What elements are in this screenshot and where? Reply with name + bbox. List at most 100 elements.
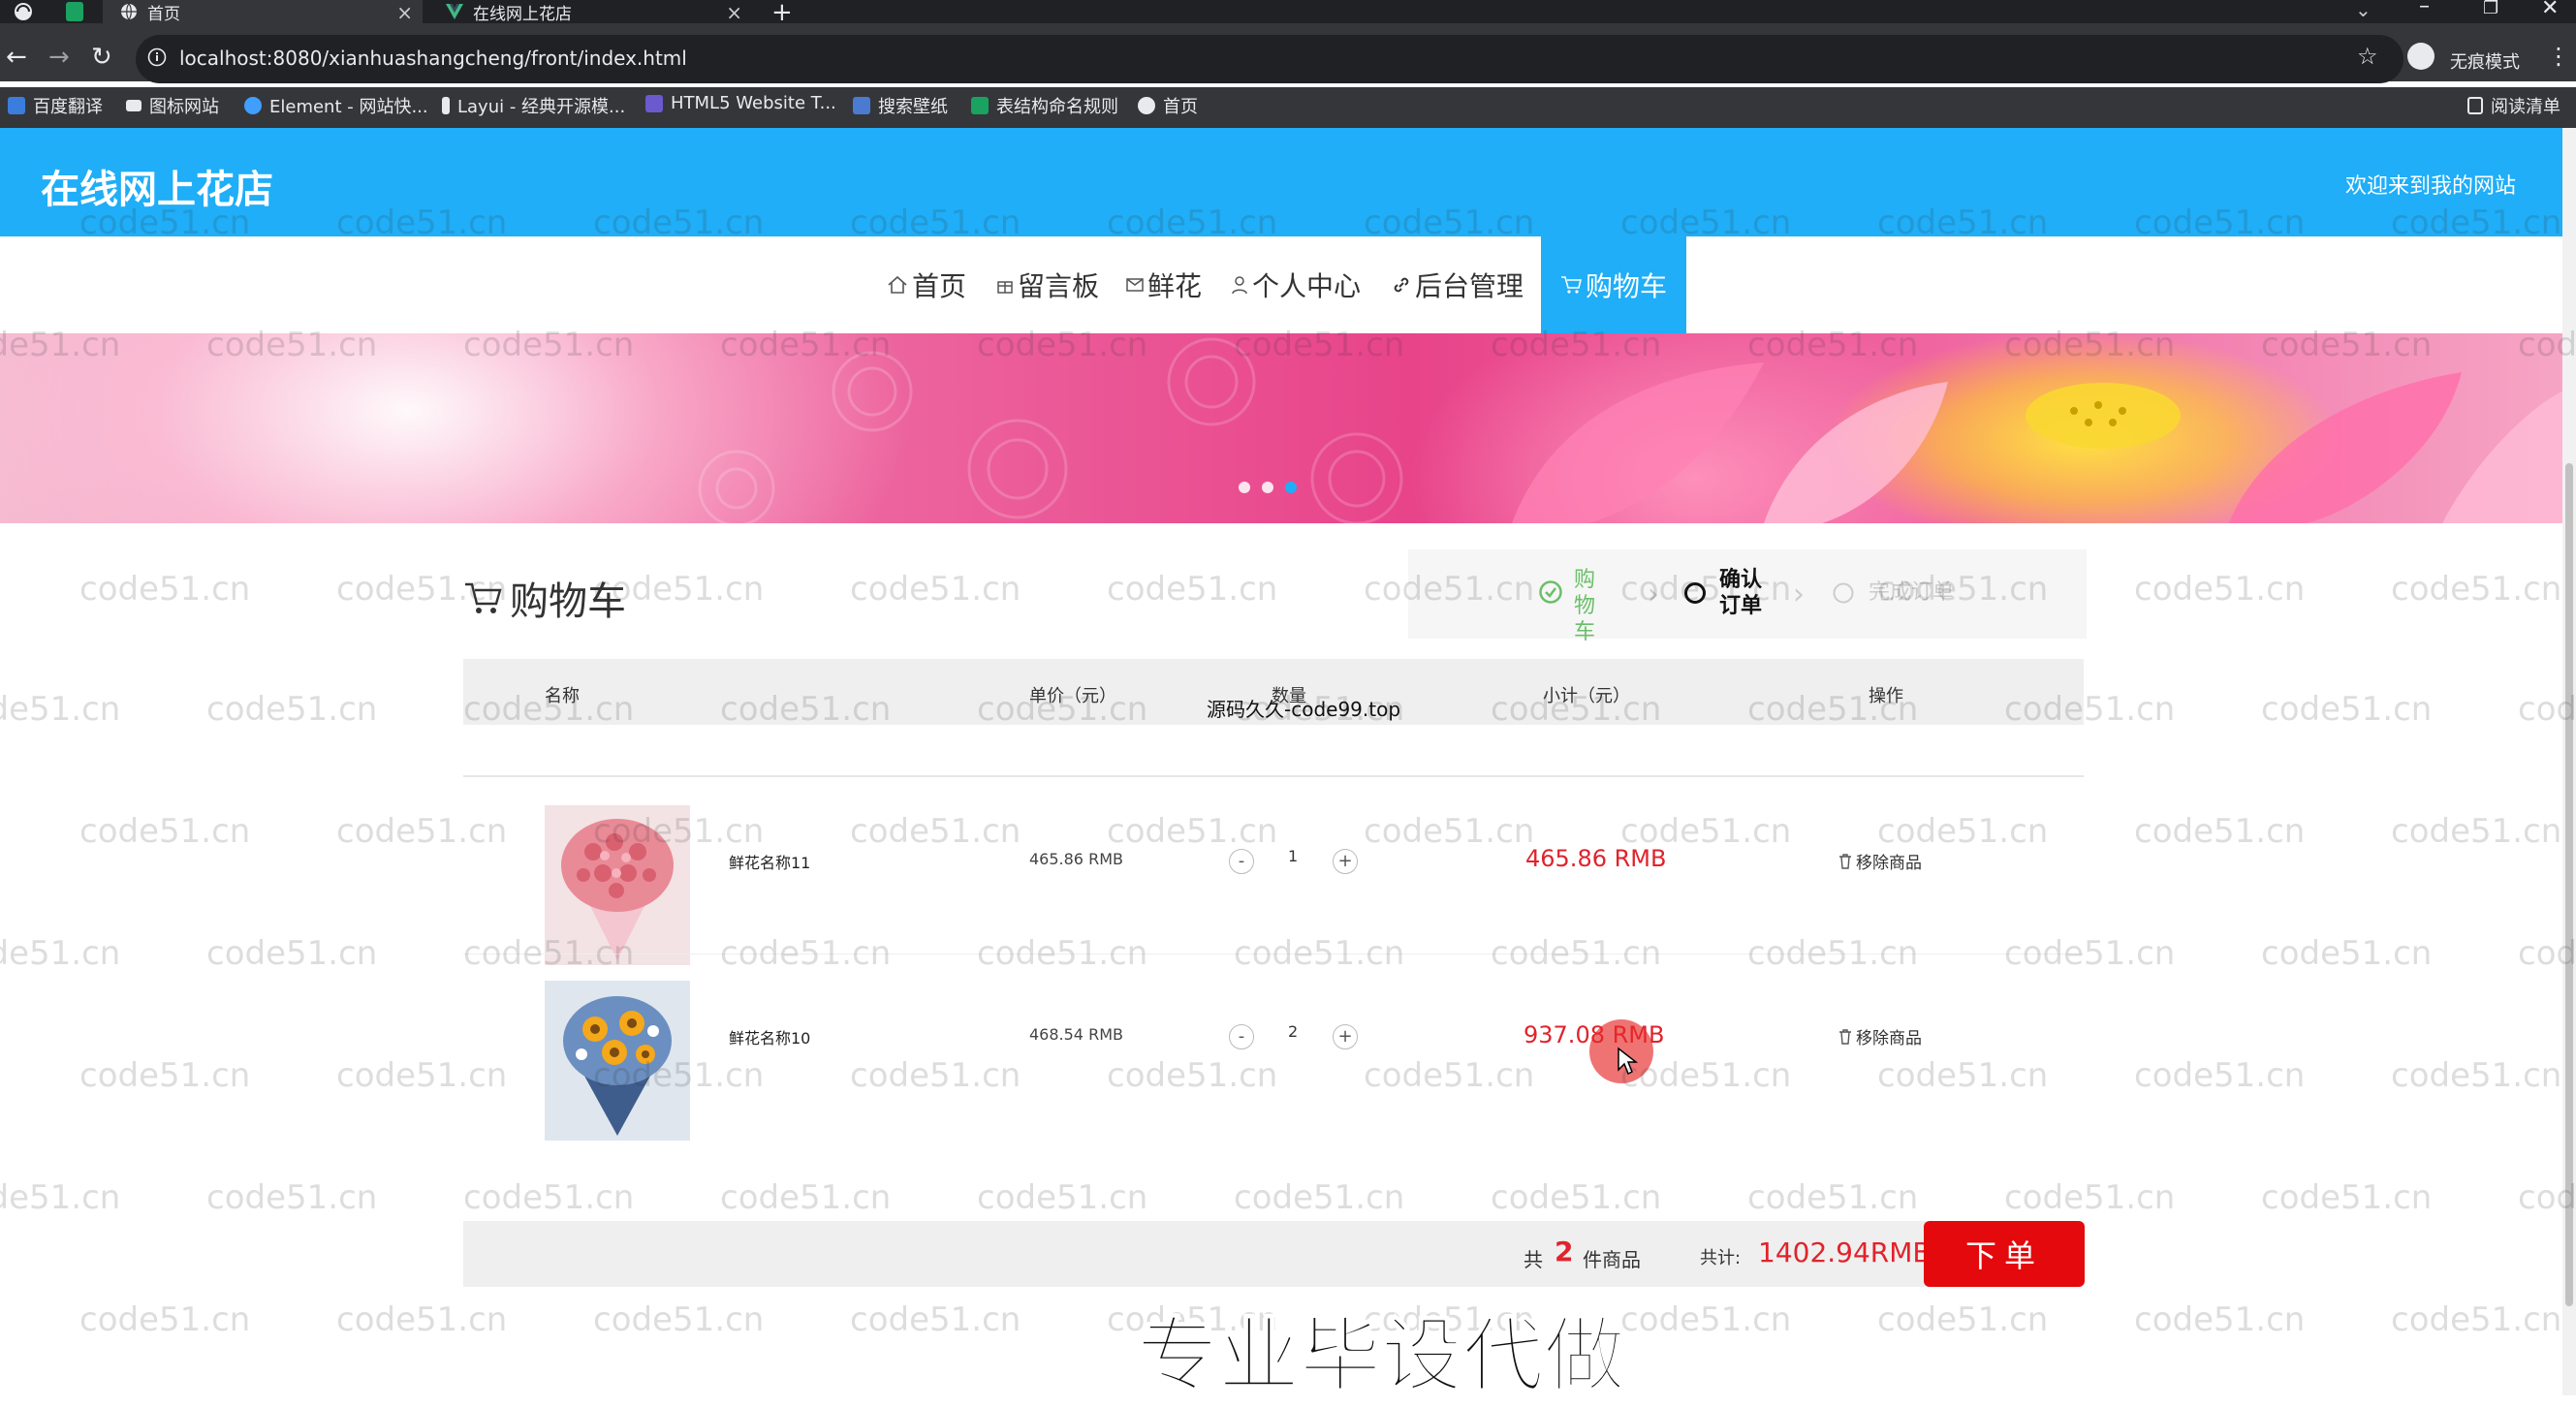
watermark-text: code51.cn (1491, 1178, 1662, 1217)
minimize-icon[interactable]: – (2419, 0, 2430, 18)
browser-menu-icon[interactable] (14, 2, 33, 21)
qty-plus-button[interactable]: + (1333, 1024, 1358, 1049)
watermark-text: code51.cn (1107, 812, 1278, 851)
vue-logo-icon (446, 4, 463, 19)
incognito-label[interactable]: 无痕模式 (2450, 48, 2520, 74)
url-text[interactable]: localhost:8080/xianhuashangcheng/front/i… (179, 47, 687, 70)
header-subtotal: 小计（元） (1543, 686, 1630, 706)
watermark-text: code51.cn (1364, 812, 1535, 851)
carousel-dot[interactable] (1262, 482, 1273, 493)
watermark-text: code51.cn (1620, 1300, 1792, 1339)
bookmark-item[interactable]: Layui - 经典开源模... (442, 93, 625, 118)
step-cart-label: 购物车 (1574, 568, 1596, 644)
back-icon[interactable]: ← (6, 43, 27, 72)
watermark-text: code51.cn (1364, 1056, 1535, 1095)
qty-value[interactable]: 1 (1288, 847, 1298, 865)
welcome-text: 欢迎来到我的网站 (2345, 174, 2517, 199)
product-name[interactable]: 鲜花名称10 (729, 1025, 810, 1048)
watermark-text: code51.cn (2134, 1056, 2306, 1095)
qty-value[interactable]: 2 (1288, 1022, 1298, 1041)
banner-carousel[interactable] (0, 333, 2562, 523)
product-subtotal: 465.86 RMB (1525, 845, 1667, 872)
nav-home[interactable]: 首页 (887, 236, 966, 333)
place-order-button[interactable]: 下单 (1924, 1221, 2085, 1287)
bookmark-item[interactable]: 图标网站 (126, 93, 219, 118)
product-name[interactable]: 鲜花名称11 (729, 850, 810, 873)
watermark-text: code51.cn (2261, 690, 2433, 729)
nav-personal-center[interactable]: 个人中心 (1231, 236, 1361, 333)
item-count: 2 (1555, 1236, 1574, 1267)
total-label: 共计: (1700, 1248, 1742, 1268)
nav-admin[interactable]: 后台管理 (1392, 236, 1524, 333)
watermark-text: code51.cn (1234, 1178, 1405, 1217)
bookmark-star-icon[interactable]: ☆ (2357, 43, 2378, 70)
remove-item-button[interactable]: 移除商品 (1838, 849, 1922, 873)
nav-flowers[interactable]: 鲜花 (1126, 236, 1202, 333)
carousel-dot-active[interactable] (1285, 482, 1297, 493)
watermark-text: code51.cn (2261, 1178, 2433, 1217)
watermark-text: code51.cn (336, 812, 508, 851)
watermark-text: code51.cn (2134, 570, 2306, 609)
restore-icon[interactable]: ❐ (2483, 0, 2498, 18)
tab-flower-shop[interactable]: 在线网上花店 × (432, 0, 752, 24)
link-icon (1392, 275, 1411, 295)
watermark-text: code51.cn (206, 934, 378, 973)
incognito-icon[interactable] (2407, 43, 2435, 70)
remove-item-button[interactable]: 移除商品 (1838, 1024, 1922, 1048)
carousel-dot[interactable] (1239, 482, 1250, 493)
step-arrow-icon: › (1648, 578, 1659, 611)
qty-minus-button[interactable]: - (1229, 1024, 1254, 1049)
watermark-text: code51.cn (1107, 1056, 1278, 1095)
site-title[interactable]: 在线网上花店 (41, 158, 273, 214)
tab-home[interactable]: 首页 × (103, 0, 423, 24)
header-price: 单价（元） (1029, 686, 1116, 706)
watermark-text: code51.cn (593, 1300, 765, 1339)
source-overlay-text: 源码久久-code99.top (1207, 698, 1401, 721)
tab-close-icon[interactable]: × (726, 1, 742, 24)
bookmark-item[interactable]: 搜索壁纸 (853, 93, 948, 118)
watermark-text: code51.cn (850, 1300, 1021, 1339)
close-window-icon[interactable]: ✕ (2541, 0, 2559, 20)
qty-minus-button[interactable]: - (1229, 849, 1254, 874)
tab-search-icon[interactable]: ⌄ (2355, 0, 2372, 21)
watermark-text: code51.cn (2391, 570, 2562, 609)
watermark-text: code51.cn (1747, 1178, 1919, 1217)
bookmark-item[interactable]: Element - 网站快... (244, 93, 428, 118)
step-confirm-label: 确认订单 (1719, 568, 1763, 618)
bookmark-item[interactable]: 首页 (1138, 93, 1198, 118)
step-complete-label: 完成订单 (1869, 580, 1955, 605)
nav-cart[interactable]: 购物车 (1541, 236, 1687, 333)
nav-message-board[interactable]: 留言板 (996, 236, 1099, 333)
watermark-text: code51.cn (2134, 812, 2306, 851)
tab-close-icon[interactable]: × (396, 1, 413, 24)
info-icon[interactable] (147, 47, 167, 67)
watermark-text: code51.cn (336, 1300, 508, 1339)
watermark-text: code51.cn (1877, 812, 2049, 851)
watermark-text: code51.cn (2391, 1300, 2562, 1339)
cart-icon (463, 580, 504, 615)
product-price: 468.54 RMB (1029, 1025, 1123, 1044)
product-image-pink-roses[interactable] (545, 805, 690, 965)
bookmark-item[interactable]: HTML5 Website T... (645, 93, 836, 113)
browser-menu-dots-icon[interactable]: ⋮ (2547, 43, 2570, 70)
scrollbar-thumb[interactable] (2565, 463, 2573, 1306)
step-current-icon (1683, 581, 1707, 605)
mail-icon (1126, 277, 1144, 293)
bookmark-item[interactable]: 百度翻译 (8, 93, 103, 118)
tab-label: 首页 (147, 4, 180, 24)
watermark-text: code51.cn (850, 812, 1021, 851)
trash-icon (1838, 1028, 1852, 1045)
header-name: 名称 (545, 686, 580, 706)
step-arrow-icon: › (1793, 578, 1805, 611)
product-price: 465.86 RMB (1029, 850, 1123, 868)
watermark-text: code51.cn (206, 690, 378, 729)
product-image-sunflower-bouquet[interactable] (545, 981, 690, 1141)
bookmark-item[interactable]: 表结构命名规则 (971, 93, 1118, 118)
mouse-pointer-icon (1617, 1047, 1638, 1076)
sheet-app-icon[interactable] (66, 2, 83, 21)
qty-plus-button[interactable]: + (1333, 849, 1358, 874)
reload-icon[interactable]: ↻ (91, 43, 112, 72)
reading-list[interactable]: 阅读清单 (2467, 93, 2560, 118)
watermark-text: code51.cn (206, 1178, 378, 1217)
forward-icon[interactable]: → (48, 43, 70, 72)
